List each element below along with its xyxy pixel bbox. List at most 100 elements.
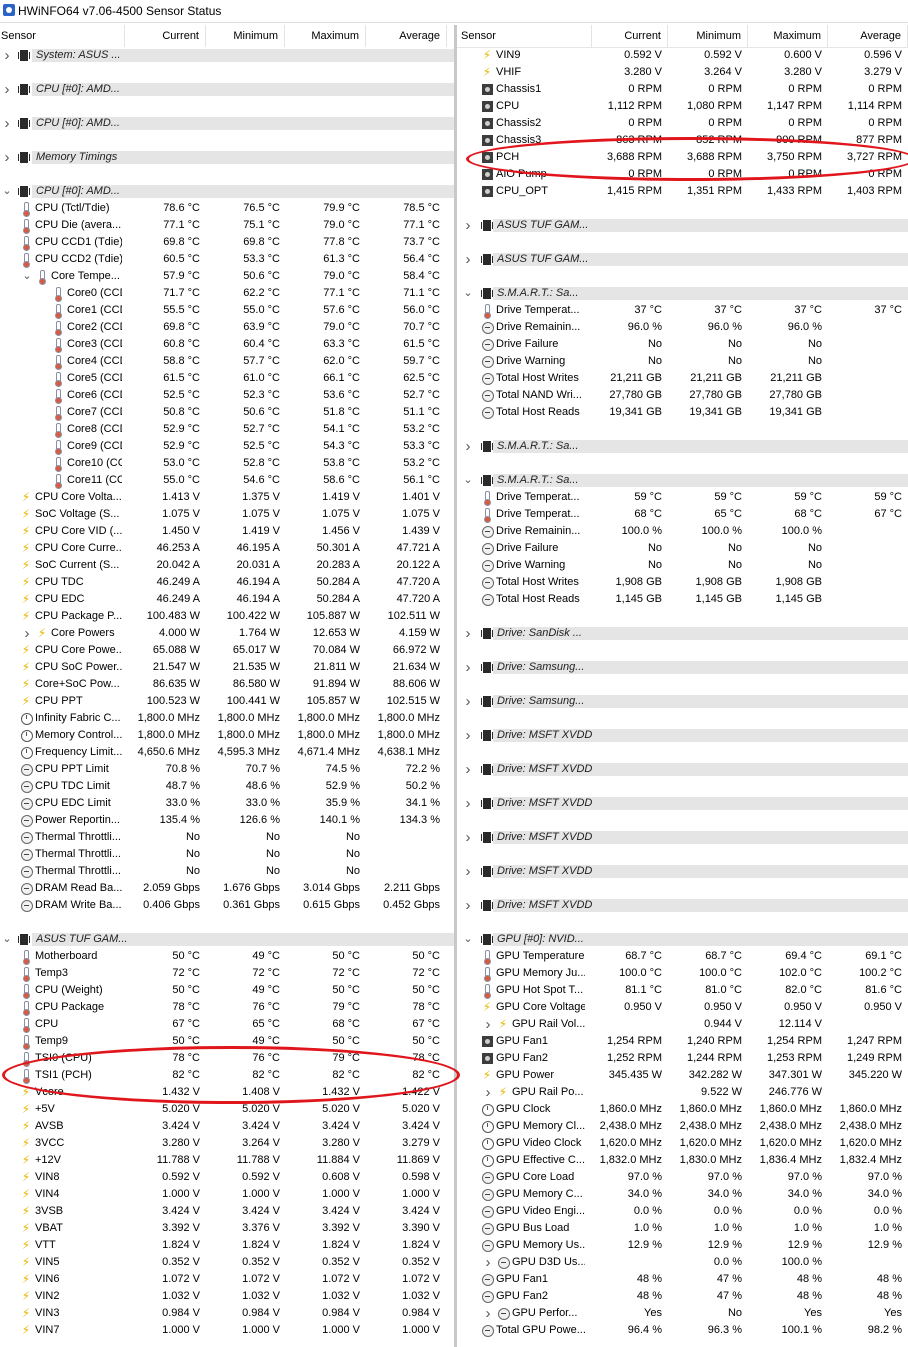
sensor-row[interactable]: AIO Pump 0 RPM 0 RPM 0 RPM 0 RPM	[457, 166, 908, 183]
sensor-row[interactable]: CPU PPT 100.523 W 100.441 W 105.857 W 102.51…	[0, 693, 454, 710]
sensor-row[interactable]: Drive Warning No No No	[457, 557, 908, 574]
sensor-row[interactable]: GPU Fan2 1,252 RPM 1,244 RPM 1,253 RPM 1,249…	[457, 1050, 908, 1067]
sensor-row[interactable]: GPU Fan1 1,254 RPM 1,240 RPM 1,254 RPM 1,247…	[457, 1033, 908, 1050]
sensor-row[interactable]: Temp9 50 °C 49 °C 50 °C 50 °C	[0, 1033, 454, 1050]
col-header-current[interactable]: Current	[124, 25, 206, 47]
col-header-current-right[interactable]: Current	[588, 25, 668, 47]
sensor-row[interactable]: VBAT 3.392 V 3.376 V 3.392 V 3.390 V	[0, 1220, 454, 1237]
sensor-row[interactable]: CPU EDC 46.249 A 46.194 A 50.284 A 47.720 A	[0, 591, 454, 608]
sensor-row[interactable]: GPU Hot Spot T... 81.1 °C 81.0 °C 82.0 °C 81…	[457, 982, 908, 999]
sensor-row[interactable]: CPU CCD2 (Tdie) 60.5 °C 53.3 °C 61.3 °C 56.4…	[0, 251, 454, 268]
right-sensor-pane[interactable]: Sensor Current Minimum Maximum Average V…	[457, 25, 908, 1347]
expand-arrow-icon[interactable]: ›	[463, 829, 473, 846]
sensor-row[interactable]: 3VCC 3.280 V 3.264 V 3.280 V 3.279 V	[0, 1135, 454, 1152]
sensor-row[interactable]: DRAM Write Ba... 0.406 Gbps 0.361 Gbps 0.61…	[0, 897, 454, 914]
sensor-row[interactable]: Core1 (CCD1) 55.5 °C 55.0 °C 57.6 °C 56.0 °C	[0, 302, 454, 319]
col-header-sensor[interactable]: Sensor	[0, 25, 125, 47]
sensor-row[interactable]: GPU Memory Cl... 2,438.0 MHz 2,438.0 MHz 2,…	[457, 1118, 908, 1135]
sensor-row[interactable]: CPU Core Powe... 65.088 W 65.017 W 70.084 W…	[0, 642, 454, 659]
collapse-arrow-icon[interactable]: ⌄	[22, 268, 32, 285]
sensor-row[interactable]: Total NAND Wri... 27,780 GB 27,780 GB 27,78…	[457, 387, 908, 404]
col-header-minimum-right[interactable]: Minimum	[669, 25, 748, 47]
sensor-row[interactable]: CPU CCD1 (Tdie) 69.8 °C 69.8 °C 77.8 °C 73.7…	[0, 234, 454, 251]
sensor-row[interactable]: GPU Core Voltage 0.950 V 0.950 V 0.950 V 0.9…	[457, 999, 908, 1016]
sensor-group-header[interactable]: › Drive: MSFT XVDD	[457, 829, 908, 846]
sensor-row[interactable]: Drive Temperat... 59 °C 59 °C 59 °C 59 °C	[457, 489, 908, 506]
sensor-row[interactable]: CPU Package 78 °C 76 °C 79 °C 78 °C	[0, 999, 454, 1016]
sensor-row[interactable]: Thermal Throttli... No No No	[0, 846, 454, 863]
sensor-group-header[interactable]: ⌄ CPU [#0]: AMD...	[0, 183, 454, 200]
collapse-arrow-icon[interactable]: ⌄	[463, 931, 473, 948]
sensor-row[interactable]: Drive Remainin... 100.0 % 100.0 % 100.0 %	[457, 523, 908, 540]
sensor-row[interactable]: GPU Memory C... 34.0 % 34.0 % 34.0 % 34.0 %	[457, 1186, 908, 1203]
sensor-row[interactable]: CPU (Tctl/Tdie) 78.6 °C 76.5 °C 79.9 °C 78.5…	[0, 200, 454, 217]
expand-arrow-icon[interactable]: ›	[463, 795, 473, 812]
sensor-row[interactable]: Core3 (CCD1) 60.8 °C 60.4 °C 63.3 °C 61.5 °C	[0, 336, 454, 353]
sensor-group-header[interactable]: ⌄ S.M.A.R.T.: Sa...	[457, 285, 908, 302]
sensor-row[interactable]: CPU Core VID (... 1.450 V 1.419 V 1.456 V 1.…	[0, 523, 454, 540]
sensor-row[interactable]: VIN7 1.000 V 1.000 V 1.000 V 1.000 V	[0, 1322, 454, 1339]
sensor-row[interactable]: +5V 5.020 V 5.020 V 5.020 V 5.020 V	[0, 1101, 454, 1118]
sensor-row[interactable]: GPU Fan1 48 % 47 % 48 % 48 %	[457, 1271, 908, 1288]
sensor-row[interactable]: Core10 (CC... 53.0 °C 52.8 °C 53.8 °C 53.2 °…	[0, 455, 454, 472]
sensor-row[interactable]: GPU Core Load 97.0 % 97.0 % 97.0 % 97.0 %	[457, 1169, 908, 1186]
sensor-row[interactable]: CPU_OPT 1,415 RPM 1,351 RPM 1,433 RPM 1,403 …	[457, 183, 908, 200]
sensor-row[interactable]: Total Host Reads 19,341 GB 19,341 GB 19,341…	[457, 404, 908, 421]
expand-arrow-icon[interactable]: ›	[463, 251, 473, 268]
sensor-row[interactable]: CPU Core Volta... 1.413 V 1.375 V 1.419 V 1.…	[0, 489, 454, 506]
sensor-row[interactable]: Drive Temperat... 37 °C 37 °C 37 °C 37 °C	[457, 302, 908, 319]
sensor-group-header[interactable]: › Drive: MSFT XVDD	[457, 863, 908, 880]
sensor-row[interactable]: +12V 11.788 V 11.788 V 11.884 V 11.869 V	[0, 1152, 454, 1169]
sensor-row[interactable]: › GPU Rail Vol... 0.944 V 12.114 V	[457, 1016, 908, 1033]
sensor-row[interactable]: Drive Warning No No No	[457, 353, 908, 370]
collapse-arrow-icon[interactable]: ⌄	[463, 285, 473, 302]
sensor-row[interactable]: Drive Remainin... 96.0 % 96.0 % 96.0 %	[457, 319, 908, 336]
sensor-row[interactable]: SoC Current (S... 20.042 A 20.031 A 20.283 …	[0, 557, 454, 574]
expand-arrow-icon[interactable]: ›	[463, 693, 473, 710]
sensor-row[interactable]: VHIF 3.280 V 3.264 V 3.280 V 3.279 V	[457, 64, 908, 81]
sensor-row[interactable]: CPU SoC Power... 21.547 W 21.535 W 21.811 W…	[0, 659, 454, 676]
expand-arrow-icon[interactable]: ›	[463, 761, 473, 778]
sensor-row[interactable]: Core+SoC Pow... 86.635 W 86.580 W 91.894 W 8…	[0, 676, 454, 693]
sensor-row[interactable]: GPU Temperature 68.7 °C 68.7 °C 69.4 °C 69.1…	[457, 948, 908, 965]
sensor-row[interactable]: CPU Die (avera... 77.1 °C 75.1 °C 79.0 °C 77…	[0, 217, 454, 234]
sensor-row[interactable]: Core7 (CCD2) 50.8 °C 50.6 °C 51.8 °C 51.1 °C	[0, 404, 454, 421]
sensor-row[interactable]: GPU Memory Us... 12.9 % 12.9 % 12.9 % 12.9 %	[457, 1237, 908, 1254]
sensor-row[interactable]: CPU (Weight) 50 °C 49 °C 50 °C 50 °C	[0, 982, 454, 999]
sensor-group-header[interactable]: › ASUS TUF GAM...	[457, 217, 908, 234]
sensor-row[interactable]: VIN3 0.984 V 0.984 V 0.984 V 0.984 V	[0, 1305, 454, 1322]
sensor-row[interactable]: VTT 1.824 V 1.824 V 1.824 V 1.824 V	[0, 1237, 454, 1254]
sensor-row[interactable]: Total GPU Powe... 96.4 % 96.3 % 100.1 % 98.2…	[457, 1322, 908, 1339]
sensor-row[interactable]: Core11 (CC... 55.0 °C 54.6 °C 58.6 °C 56.1 °…	[0, 472, 454, 489]
sensor-row[interactable]: DRAM Read Ba... 2.059 Gbps 1.676 Gbps 3.014…	[0, 880, 454, 897]
expand-arrow-icon[interactable]: ›	[463, 897, 473, 914]
sensor-row[interactable]: Chassis3 863 RPM 852 RPM 900 RPM 877 RPM	[457, 132, 908, 149]
sensor-row[interactable]: › GPU Perfor... Yes No Yes Yes	[457, 1305, 908, 1322]
sensor-row[interactable]: Chassis2 0 RPM 0 RPM 0 RPM 0 RPM	[457, 115, 908, 132]
sensor-row[interactable]: › Core Powers 4.000 W 1.764 W 12.653 W 4.159 …	[0, 625, 454, 642]
sensor-group-header[interactable]: ⌄ S.M.A.R.T.: Sa...	[457, 472, 908, 489]
col-header-maximum-right[interactable]: Maximum	[749, 25, 828, 47]
sensor-group-header[interactable]: › Drive: SanDisk ...	[457, 625, 908, 642]
expand-arrow-icon[interactable]: ›	[2, 47, 12, 64]
sensor-row[interactable]: Frequency Limit... 4,650.6 MHz 4,595.3 MHz…	[0, 744, 454, 761]
sensor-row[interactable]: Thermal Throttli... No No No	[0, 829, 454, 846]
sensor-row[interactable]: Memory Control... 1,800.0 MHz 1,800.0 MHz 1…	[0, 727, 454, 744]
expand-arrow-icon[interactable]: ›	[483, 1016, 493, 1033]
sensor-group-header[interactable]: › Drive: MSFT XVDD	[457, 795, 908, 812]
sensor-group-header[interactable]: › Drive: Samsung...	[457, 693, 908, 710]
sensor-group-header[interactable]: › Drive: Samsung...	[457, 659, 908, 676]
sensor-group-header[interactable]: › Drive: MSFT XVDD	[457, 727, 908, 744]
sensor-row[interactable]: Core8 (CCD2) 52.9 °C 52.7 °C 54.1 °C 53.2 °C	[0, 421, 454, 438]
expand-arrow-icon[interactable]: ›	[463, 217, 473, 234]
sensor-row[interactable]: Drive Failure No No No	[457, 336, 908, 353]
sensor-row[interactable]: AVSB 3.424 V 3.424 V 3.424 V 3.424 V	[0, 1118, 454, 1135]
sensor-row[interactable]: GPU Video Clock 1,620.0 MHz 1,620.0 MHz 1,6…	[457, 1135, 908, 1152]
collapse-arrow-icon[interactable]: ⌄	[463, 472, 473, 489]
sensor-group-header[interactable]: › Drive: MSFT XVDD	[457, 761, 908, 778]
sensor-group-header[interactable]: ⌄ GPU [#0]: NVID...	[457, 931, 908, 948]
col-header-sensor-right[interactable]: Sensor	[457, 25, 592, 47]
sensor-row[interactable]: SoC Voltage (S... 1.075 V 1.075 V 1.075 V 1.…	[0, 506, 454, 523]
sensor-row[interactable]: Core2 (CCD1) 69.8 °C 63.9 °C 79.0 °C 70.7 °C	[0, 319, 454, 336]
col-header-maximum[interactable]: Maximum	[286, 25, 366, 47]
